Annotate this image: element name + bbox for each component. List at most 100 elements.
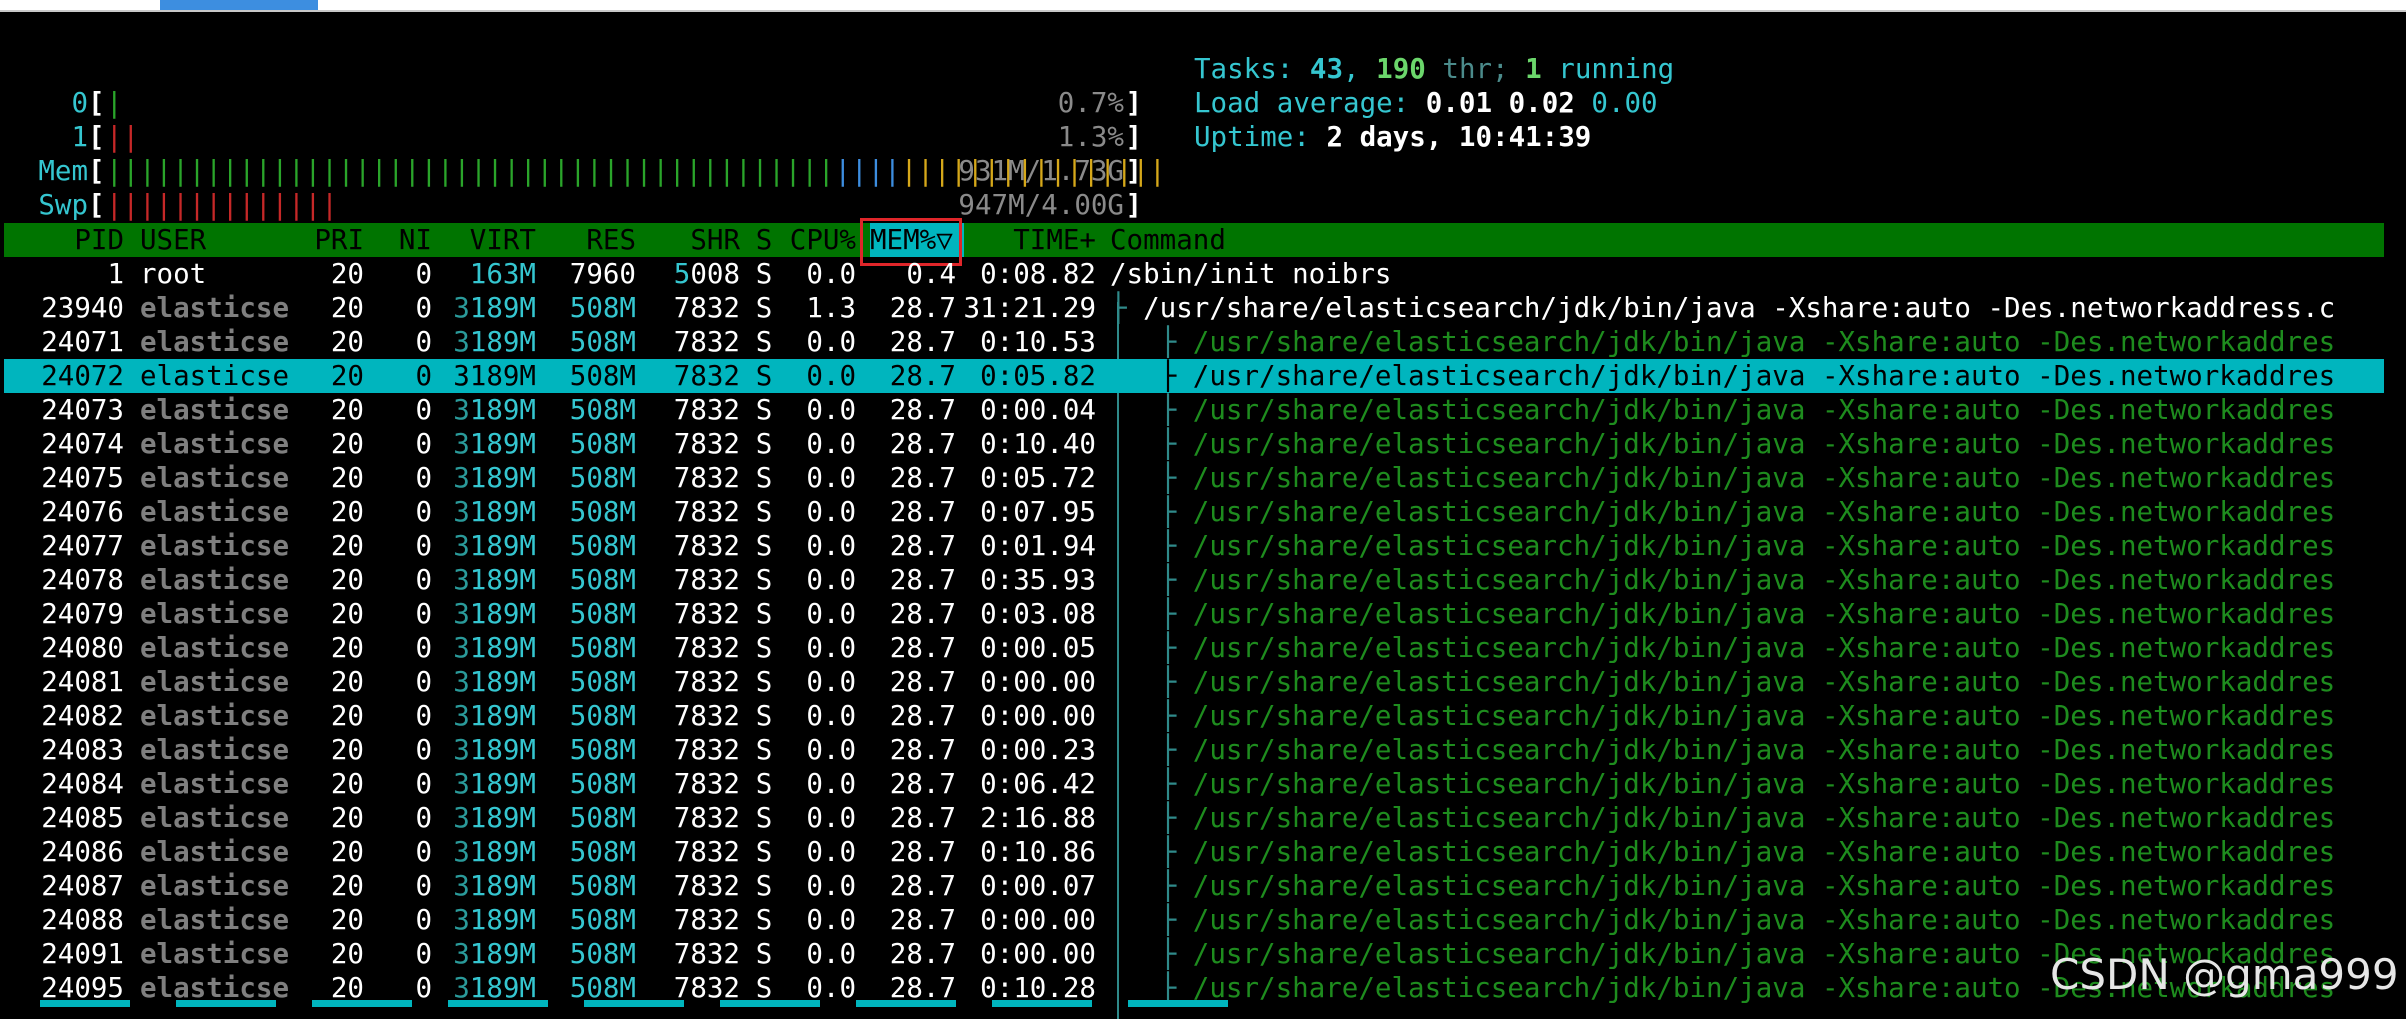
fkey-mark[interactable] [856, 1000, 956, 1007]
cell-ni: 0 [415, 428, 432, 460]
process-row[interactable]: 24083 elasticse 20 0 3189M 508M 7832 S 0.0 28.7 0:… [4, 733, 2384, 767]
cell-command: ├ /usr/share/elasticsearch/jdk/bin/java … [1110, 359, 2336, 393]
fkey-mark[interactable] [176, 1000, 276, 1007]
process-row[interactable]: 24075 elasticse 20 0 3189M 508M 7832 S 0.0 28.7 0:… [4, 461, 2384, 495]
cell-mem: 28.7 [889, 870, 956, 902]
cell-ni: 0 [415, 360, 432, 392]
fkey-mark[interactable] [448, 1000, 548, 1007]
col-pri[interactable]: PRI [294, 223, 364, 257]
cell-pid: 24091 [41, 938, 124, 970]
uptime-value: 2 days, 10:41:39 [1326, 121, 1592, 153]
cell-mem: 28.7 [889, 666, 956, 698]
fkey-mark[interactable] [992, 1000, 1092, 1007]
cell-ni: 0 [415, 598, 432, 630]
cell-state: S [755, 496, 773, 528]
cell-shr: 7832 [673, 394, 740, 426]
process-row[interactable]: 24071 elasticse 20 0 3189M 508M 7832 S 0.0 28.7 0:… [4, 325, 2384, 359]
cell-pid: 24076 [41, 496, 124, 528]
process-row[interactable]: 24077 elasticse 20 0 3189M 508M 7832 S 0.0 28.7 0:… [4, 529, 2384, 563]
process-row[interactable]: 24082 elasticse 20 0 3189M 508M 7832 S 0.0 28.7 0:… [4, 699, 2384, 733]
cell-pid: 24074 [41, 428, 124, 460]
process-row-selected[interactable]: 24072 elasticse 20 0 3189M 508M 7832 S 0.0 28.7 0:… [4, 359, 2384, 393]
cell-virt: 3189M [453, 564, 536, 596]
process-row[interactable]: 24084 elasticse 20 0 3189M 508M 7832 S 0.0 28.7 0:… [4, 767, 2384, 801]
running-count: 1 [1525, 53, 1542, 85]
fkey-mark[interactable] [312, 1000, 412, 1007]
process-row[interactable]: 24091 elasticse 20 0 3189M 508M 7832 S 0.0 28.7 0:… [4, 937, 2384, 971]
fkey-mark[interactable] [720, 1000, 820, 1007]
cell-cpu: 1.3 [806, 292, 856, 324]
active-tab-indicator[interactable] [160, 0, 318, 10]
cell-command: ├ /usr/share/elasticsearch/jdk/bin/java … [1110, 393, 2336, 427]
process-row[interactable]: 24073 elasticse 20 0 3189M 508M 7832 S 0.0 28.7 0:… [4, 393, 2384, 427]
cell-pri: 20 [330, 394, 364, 426]
process-row[interactable]: 24080 elasticse 20 0 3189M 508M 7832 S 0.0 28.7 0:… [4, 631, 2384, 665]
process-row[interactable]: 24086 elasticse 20 0 3189M 508M 7832 S 0.0 28.7 0:… [4, 835, 2384, 869]
col-res[interactable]: RES [536, 223, 636, 257]
load-1min: 0.01 [1425, 87, 1493, 119]
cell-state: S [755, 836, 773, 868]
cell-ni: 0 [415, 462, 432, 494]
cell-mem: 28.7 [889, 292, 956, 324]
process-row[interactable]: 24078 elasticse 20 0 3189M 508M 7832 S 0.0 28.7 0:… [4, 563, 2384, 597]
process-row[interactable]: 24079 elasticse 20 0 3189M 508M 7832 S 0.0 28.7 0:… [4, 597, 2384, 631]
cell-pid: 24075 [41, 462, 124, 494]
cell-res: 508M [569, 496, 636, 528]
cell-command: ├ /usr/share/elasticsearch/jdk/bin/java … [1110, 427, 2336, 461]
cell-res: 508M [569, 802, 636, 834]
process-row[interactable]: 24081 elasticse 20 0 3189M 508M 7832 S 0.0 28.7 0:… [4, 665, 2384, 699]
tree-branch-icon: ├ [1110, 904, 1193, 936]
cell-pid: 24086 [41, 836, 124, 868]
col-virt[interactable]: VIRT [432, 223, 536, 257]
col-ni[interactable]: NI [364, 223, 432, 257]
cell-ni: 0 [415, 292, 432, 324]
process-row[interactable]: 24088 elasticse 20 0 3189M 508M 7832 S 0.0 28.7 0:… [4, 903, 2384, 937]
col-cpu[interactable]: CPU% [774, 223, 856, 257]
command-text: /usr/share/elasticsearch/jdk/bin/java -X… [1192, 904, 2336, 936]
command-text: /usr/share/elasticsearch/jdk/bin/java -X… [1192, 768, 2336, 800]
cell-mem: 28.7 [889, 734, 956, 766]
cell-state: S [755, 530, 773, 562]
tree-branch-icon: ├ [1110, 938, 1193, 970]
cell-shr: 7832 [673, 428, 740, 460]
cell-command: ├ /usr/share/elasticsearch/jdk/bin/java … [1110, 767, 2336, 801]
cell-res: 508M [569, 394, 636, 426]
fkey-mark[interactable] [1128, 1000, 1228, 1007]
cell-time: 0:07.95 [980, 496, 1096, 528]
process-row[interactable]: 24085 elasticse 20 0 3189M 508M 7832 S 0.0 28.7 2:… [4, 801, 2384, 835]
cell-time: 0:08.82 [980, 258, 1096, 290]
process-row[interactable]: 24087 elasticse 20 0 3189M 508M 7832 S 0.0 28.7 0:… [4, 869, 2384, 903]
cell-cpu: 0.0 [806, 700, 856, 732]
cell-res: 508M [569, 360, 636, 392]
cell-res: 508M [569, 938, 636, 970]
cell-shr: 7832 [673, 700, 740, 732]
fkey-mark[interactable] [40, 1000, 130, 1007]
process-row[interactable]: 1 root 20 0 163M 7960 5008 S 0.0 0.4 0:08.82/sbin/… [4, 257, 2384, 291]
cell-ni: 0 [415, 700, 432, 732]
cell-time: 0:00.07 [980, 870, 1096, 902]
tree-branch-icon: ├ [1110, 530, 1193, 562]
tree-branch-icon: ├ [1110, 768, 1193, 800]
process-row[interactable]: 24074 elasticse 20 0 3189M 508M 7832 S 0.0 28.7 0:… [4, 427, 2384, 461]
col-shr[interactable]: SHR [636, 223, 740, 257]
command-text: /usr/share/elasticsearch/jdk/bin/java -X… [1192, 530, 2336, 562]
cell-shr: 7832 [673, 598, 740, 630]
command-text: /usr/share/elasticsearch/jdk/bin/java -X… [1192, 462, 2336, 494]
cell-virt: 3189M [453, 802, 536, 834]
cell-virt: 3189M [453, 904, 536, 936]
cell-virt: 3189M [453, 394, 536, 426]
cell-cpu: 0.0 [806, 734, 856, 766]
tasks-line: Tasks: 43, 190 thr; 1 running [1194, 52, 1674, 86]
col-pid[interactable]: PID [4, 223, 124, 257]
col-command[interactable]: Command [1110, 223, 1226, 257]
cell-time: 0:10.86 [980, 836, 1096, 868]
cell-pid: 24082 [41, 700, 124, 732]
fkey-mark[interactable] [584, 1000, 684, 1007]
process-row[interactable]: 23940 elasticse 20 0 3189M 508M 7832 S 1.3 28.7 31… [4, 291, 2384, 325]
cell-pid: 24072 [41, 360, 124, 392]
cell-time: 0:35.93 [980, 564, 1096, 596]
col-time[interactable]: TIME+ [960, 223, 1096, 257]
tree-branch-icon: ├ [1110, 326, 1193, 358]
col-state[interactable]: S [754, 223, 774, 257]
process-row[interactable]: 24076 elasticse 20 0 3189M 508M 7832 S 0.0 28.7 0:… [4, 495, 2384, 529]
